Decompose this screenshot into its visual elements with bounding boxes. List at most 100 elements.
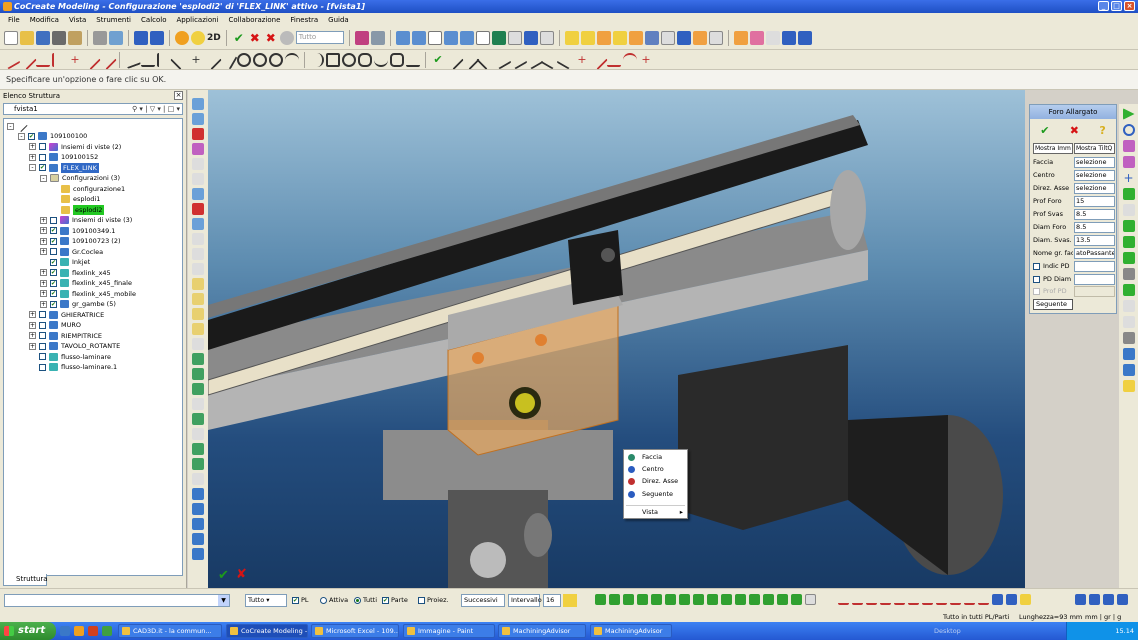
2d-button[interactable]: 2D [207, 33, 221, 43]
ql-app-icon[interactable] [102, 626, 112, 636]
vt-shell-icon[interactable] [192, 548, 204, 560]
dim-4-icon[interactable] [880, 594, 891, 605]
start-button[interactable]: start [0, 622, 56, 640]
pick-icon[interactable] [279, 30, 294, 45]
taskbar-task[interactable]: CAD3D.it - la commun... [118, 624, 222, 638]
select-tool-icon[interactable] [354, 30, 369, 45]
geo-ok-icon[interactable]: ✔ [431, 53, 445, 67]
rt-blank-2-icon[interactable] [1122, 300, 1135, 312]
tree-node[interactable]: flusso-laminare [29, 352, 111, 362]
tree-node[interactable]: + Insiemi di viste (2) [29, 142, 121, 152]
menu-strumenti[interactable]: Strumenti [96, 16, 131, 24]
mostra-tilt-button[interactable]: Mostra TiltQ [1074, 143, 1115, 154]
vt-part-icon[interactable] [192, 113, 204, 125]
sel-wp-icon[interactable] [721, 594, 732, 605]
close-button[interactable]: × [1124, 1, 1135, 11]
vt-blank-1-icon[interactable] [192, 158, 204, 170]
tree-node[interactable]: + Insiemi di viste (3) [40, 215, 132, 225]
sel-all-icon[interactable] [749, 594, 760, 605]
expand-toggle[interactable]: + [29, 321, 36, 329]
expand-toggle[interactable]: - [7, 122, 14, 130]
tree-node[interactable]: esplodi2 [51, 204, 105, 215]
param-value-field[interactable]: selezione [1074, 183, 1115, 194]
visibility-checkbox[interactable] [39, 321, 46, 329]
ql-ie-icon[interactable] [74, 626, 84, 636]
visibility-checkbox[interactable]: ✔ [50, 237, 57, 245]
vt-intersect-icon[interactable] [192, 413, 204, 425]
viewport-cancel-icon[interactable]: ✘ [236, 567, 247, 582]
menu-modifica[interactable]: Modifica [30, 16, 59, 24]
arc-2-icon[interactable] [310, 52, 324, 67]
option-checkbox-row[interactable]: PD Diam [1033, 273, 1115, 285]
menu-collaborazione[interactable]: Collaborazione [229, 16, 281, 24]
new-icon[interactable] [4, 30, 18, 45]
vt-mirror-icon[interactable] [192, 533, 204, 545]
tree-node[interactable]: + TAVOLO_ROTANTE [29, 341, 120, 351]
sel-assembly-icon[interactable] [651, 594, 662, 605]
workplane-icon[interactable] [564, 30, 579, 45]
blank-tool-icon[interactable] [539, 30, 554, 45]
layers-icon[interactable] [1122, 364, 1135, 376]
face-move-icon[interactable] [1122, 220, 1135, 232]
workplane-set-icon[interactable] [580, 30, 595, 45]
undo-icon[interactable] [134, 30, 148, 45]
annotation-icon[interactable] [692, 30, 707, 45]
shell-3d-icon[interactable] [1122, 268, 1135, 280]
tree-node[interactable]: + RIEMPITRICE [29, 331, 102, 341]
tree-node[interactable]: - ✔ FLEX_LINK [29, 162, 99, 173]
minimize-button[interactable]: _ [1098, 1, 1109, 11]
sel-chain-icon[interactable] [693, 594, 704, 605]
sel-feature-icon[interactable] [665, 594, 676, 605]
rectangle-icon[interactable] [326, 52, 340, 67]
parte-checkbox[interactable]: ✔ Parte [382, 594, 408, 607]
sel-tangent-icon[interactable] [791, 594, 802, 605]
successivi-select[interactable]: Successivi [461, 594, 505, 607]
save-all-icon[interactable] [797, 30, 812, 45]
param-value-field[interactable]: selezione [1074, 170, 1115, 181]
vt-blank-8-icon[interactable] [192, 428, 204, 440]
assembly-icon[interactable] [596, 30, 611, 45]
settings-icon[interactable] [1122, 348, 1135, 360]
rt-blank-3-icon[interactable] [1122, 316, 1135, 328]
info-icon[interactable] [175, 30, 189, 45]
visibility-checkbox[interactable]: ✔ [50, 269, 57, 276]
previous-view-icon[interactable] [523, 30, 538, 45]
construction-arc-icon[interactable] [623, 52, 637, 67]
visibility-checkbox[interactable]: ✔ [50, 258, 57, 266]
construction-line-icon[interactable] [588, 49, 608, 70]
menu-applicazioni[interactable]: Applicazioni [177, 16, 219, 24]
docplane-icon[interactable] [676, 30, 691, 45]
zoom-fit-icon[interactable] [395, 30, 410, 45]
tree-node[interactable]: - ✔ 109100100 [18, 131, 87, 141]
expand-toggle[interactable]: + [40, 300, 47, 308]
highlight-icon[interactable] [1122, 380, 1135, 392]
visibility-checkbox[interactable] [39, 143, 46, 150]
expand-toggle[interactable]: + [29, 311, 36, 318]
context-item-vista[interactable]: Vista ▸ [624, 507, 687, 518]
orbit-icon[interactable] [1122, 124, 1135, 136]
context-item-faccia[interactable]: Faccia [624, 452, 687, 463]
filter-select[interactable]: Tutto ▾ [245, 594, 287, 607]
arc-icon[interactable] [285, 52, 299, 67]
construction-cross-icon[interactable]: + [575, 53, 589, 67]
count-field[interactable]: 16 [543, 594, 561, 607]
polyline-icon[interactable] [17, 49, 37, 70]
visibility-checkbox[interactable]: ✔ [50, 300, 57, 308]
vt-remove-icon[interactable] [192, 203, 204, 215]
circle-icon[interactable] [237, 52, 251, 67]
save-pkg-icon[interactable] [52, 30, 66, 45]
pl-checkbox[interactable]: ✔ PL [292, 594, 309, 607]
horizontal-line-icon[interactable] [36, 53, 50, 67]
vt-blank-2-icon[interactable] [192, 173, 204, 185]
hint-icon[interactable] [563, 594, 577, 607]
visibility-checkbox[interactable] [39, 332, 46, 339]
dialog-cancel-icon[interactable]: ✖ [1070, 124, 1079, 137]
view-selector[interactable]: fvista1 ⚲ ▾ | ▽ ▾ | □ ▾ [3, 103, 183, 115]
cancel-all-icon[interactable]: ✖ [264, 31, 278, 45]
vt-chamfer-icon[interactable] [192, 458, 204, 470]
maximize-button[interactable]: □ [1111, 1, 1122, 11]
slot-icon[interactable] [358, 52, 372, 67]
feature-icon[interactable] [1122, 284, 1135, 296]
context-item-direz-asse[interactable]: Direz. Asse [624, 476, 687, 487]
proiez-checkbox[interactable]: Proiez. [418, 594, 449, 607]
